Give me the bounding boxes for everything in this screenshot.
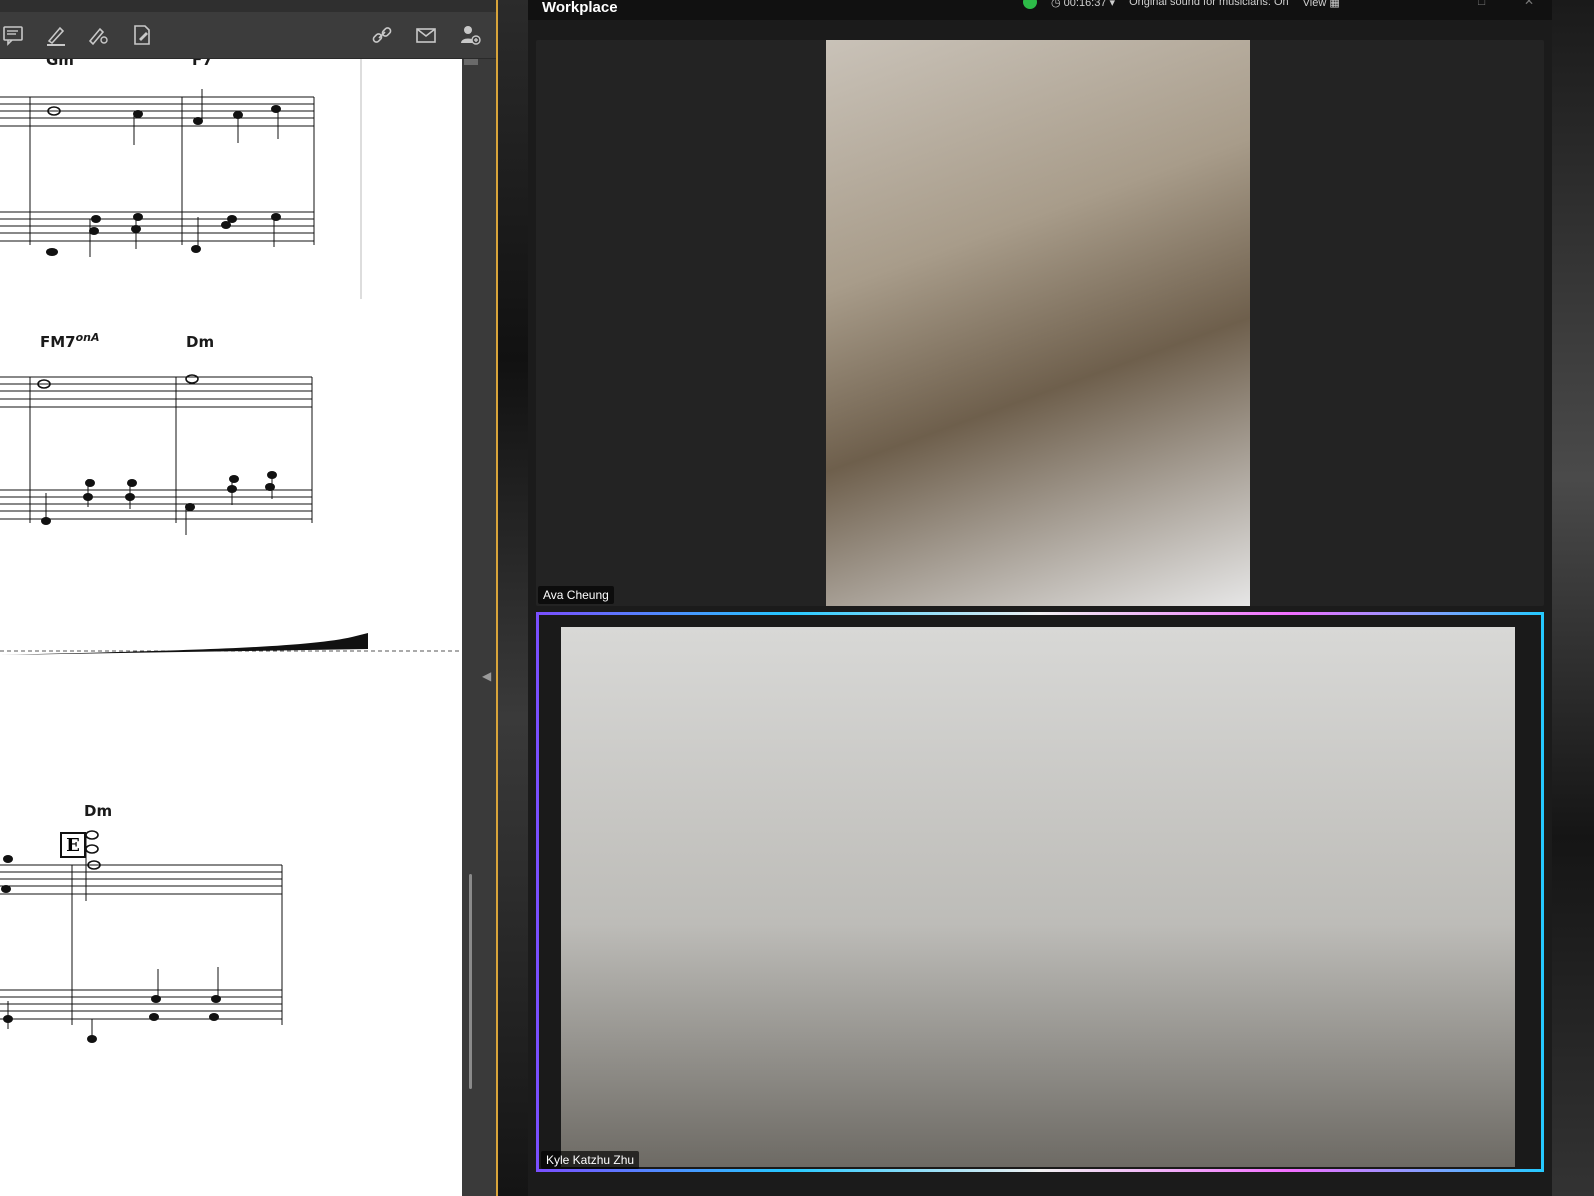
participant-video-tile[interactable]: Ava Cheung xyxy=(536,40,1544,606)
close-icon[interactable]: ✕ xyxy=(1524,0,1534,8)
desktop-background xyxy=(498,0,528,1196)
highlight-pen-icon[interactable] xyxy=(42,22,70,48)
mail-icon[interactable] xyxy=(412,22,440,48)
rehearsal-mark: E xyxy=(60,832,86,858)
participant-video-feed xyxy=(826,40,1250,606)
chord-bass-note: onA xyxy=(75,331,100,344)
zoom-meeting-window: Workplace ◷ 00:16:37 ▾ Original sound fo… xyxy=(528,0,1552,1196)
chord-symbol: FM7onA xyxy=(40,331,100,351)
chord-root: FM7 xyxy=(40,333,76,351)
sheet-music-page[interactable]: Gm F7 FM7onA Dm E Dm xyxy=(0,59,462,1196)
edit-page-icon[interactable] xyxy=(128,22,156,48)
meeting-status-bar: ◷ 00:16:37 ▾ Original sound for musician… xyxy=(1023,0,1340,9)
active-speaker-video-tile[interactable]: Kyle Katzhu Zhu xyxy=(536,612,1544,1172)
desktop-background xyxy=(1552,0,1594,1196)
collapse-panel-icon[interactable]: ◀ xyxy=(482,669,491,683)
view-menu-button[interactable]: View ▦ xyxy=(1303,0,1340,9)
comment-icon[interactable] xyxy=(0,22,28,48)
zoom-titlebar: Workplace ◷ 00:16:37 ▾ Original sound fo… xyxy=(528,0,1552,20)
scroll-thumb[interactable] xyxy=(469,874,472,1089)
pdf-viewer-window: Gm F7 FM7onA Dm E Dm ◀ xyxy=(0,0,498,1196)
scroll-top-button[interactable] xyxy=(464,59,478,65)
pdf-titlebar xyxy=(0,0,496,12)
participant-video-feed xyxy=(561,627,1515,1167)
view-label: View xyxy=(1302,0,1327,9)
security-shield-icon[interactable] xyxy=(1023,0,1037,9)
chord-symbol: Dm xyxy=(84,802,113,820)
chord-symbol: F7 xyxy=(192,59,213,69)
original-sound-status[interactable]: Original sound for musicians: On xyxy=(1129,0,1289,8)
link-icon[interactable] xyxy=(368,22,396,48)
add-user-icon[interactable] xyxy=(456,22,484,48)
timer-value: 00:16:37 xyxy=(1063,0,1107,9)
chord-symbol: Dm xyxy=(186,333,215,351)
stamp-pen-icon[interactable] xyxy=(84,22,112,48)
participant-name-tag: Kyle Katzhu Zhu xyxy=(541,1151,640,1169)
chord-symbol: Gm xyxy=(46,59,74,69)
sheet-music-score xyxy=(0,59,462,1043)
participant-name-tag: Ava Cheung xyxy=(538,586,614,604)
pdf-scrollbar[interactable]: ◀ xyxy=(462,59,496,1196)
meeting-timer[interactable]: ◷ 00:16:37 ▾ xyxy=(1051,0,1115,9)
pdf-toolbar xyxy=(0,12,496,59)
window-title: Workplace xyxy=(542,0,618,16)
maximize-icon[interactable]: □ xyxy=(1478,0,1485,8)
